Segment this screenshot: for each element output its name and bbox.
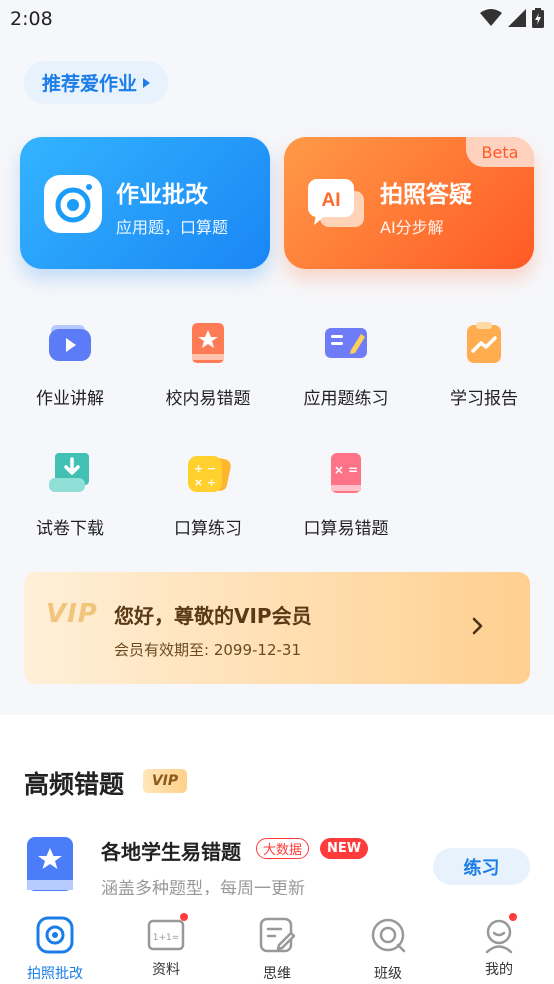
notification-dot — [180, 913, 188, 921]
battery-icon — [532, 8, 544, 28]
notebook-pen-icon — [325, 328, 367, 358]
tab-profile[interactable]: 我的 — [444, 895, 554, 984]
section-title: 高频错题 — [24, 770, 125, 799]
card-title: 拍照答疑 — [380, 182, 472, 208]
beta-badge: Beta — [466, 137, 534, 167]
calculator-icon: + − × ÷ — [188, 456, 231, 492]
bottom-tab-bar: 拍照批改 1+1= 资料 思维 班级 我的 — [0, 895, 554, 984]
recommend-button[interactable]: 推荐爱作业 — [24, 61, 169, 104]
feature-word-problem-practice[interactable]: 应用题练习 — [286, 320, 406, 409]
tab-materials[interactable]: 1+1= 资料 — [111, 895, 221, 984]
report-chart-icon — [467, 322, 501, 363]
status-bar: 2:08 — [0, 0, 554, 40]
card-title: 作业批改 — [116, 182, 208, 208]
homework-correction-card[interactable]: 作业批改 应用题，口算题 — [20, 137, 270, 269]
chevron-right-icon — [472, 617, 483, 635]
profile-tab-icon — [485, 919, 513, 954]
tab-thinking[interactable]: 思维 — [222, 895, 332, 984]
recommend-label: 推荐爱作业 — [42, 73, 138, 95]
wifi-icon — [480, 9, 502, 26]
vip-logo: VIP — [46, 599, 98, 629]
svg-text:1+1=: 1+1= — [153, 933, 180, 943]
svg-text:AI: AI — [322, 190, 341, 211]
video-play-icon — [49, 325, 91, 361]
feature-mental-math[interactable]: + − × ÷ 口算练习 — [148, 450, 268, 539]
download-scroll-icon — [49, 453, 89, 492]
feature-school-mistakes[interactable]: 校内易错题 — [148, 320, 268, 409]
item-title: 各地学生易错题 — [101, 840, 241, 864]
svg-text:× =: × = — [334, 463, 358, 477]
photo-answer-card[interactable]: Beta AI 拍照答疑 AI分步解 — [284, 137, 534, 269]
feature-mental-math-mistakes[interactable]: × = 口算易错题 — [286, 450, 406, 539]
class-tab-icon — [371, 918, 406, 953]
vip-member-card[interactable]: VIP 您好，尊敬的VIP会员 会员有效期至: 2099-12-31 — [24, 572, 530, 684]
vip-expire-date: 会员有效期至: 2099-12-31 — [114, 641, 301, 659]
pencil-note-tab-icon — [259, 917, 296, 953]
book-star-icon — [27, 837, 73, 891]
svg-text:+ −: + − — [194, 462, 216, 475]
svg-text:× ÷: × ÷ — [194, 476, 216, 489]
high-frequency-mistakes-section: 高频错题 VIP 各地学生易错题 大数据 NEW 涵盖多种题型，每周一更新 练习 — [0, 715, 554, 915]
math-error-book-icon: × = — [331, 453, 361, 493]
book-star-icon — [192, 323, 224, 363]
new-tag: NEW — [320, 838, 369, 859]
tab-class[interactable]: 班级 — [333, 895, 443, 984]
arrow-right-icon — [143, 77, 151, 88]
feature-homework-explain[interactable]: 作业讲解 — [10, 320, 130, 409]
signal-icon — [508, 9, 526, 27]
tab-photo-correction[interactable]: 拍照批改 — [0, 895, 110, 984]
vip-greeting: 您好，尊敬的VIP会员 — [114, 604, 312, 628]
card-subtitle: 应用题，口算题 — [116, 218, 229, 237]
notification-dot — [509, 913, 517, 921]
camera-icon — [44, 175, 102, 233]
feature-study-report[interactable]: 学习报告 — [424, 320, 544, 409]
big-data-tag: 大数据 — [256, 838, 310, 859]
status-time: 2:08 — [10, 8, 53, 30]
feature-paper-download[interactable]: 试卷下载 — [10, 450, 130, 539]
card-subtitle: AI分步解 — [380, 218, 444, 237]
vip-badge: VIP — [143, 769, 187, 793]
practice-button[interactable]: 练习 — [433, 848, 530, 885]
book-tab-icon: 1+1= — [147, 919, 185, 951]
camera-tab-icon — [36, 916, 74, 954]
ai-chat-icon: AI — [308, 179, 364, 227]
